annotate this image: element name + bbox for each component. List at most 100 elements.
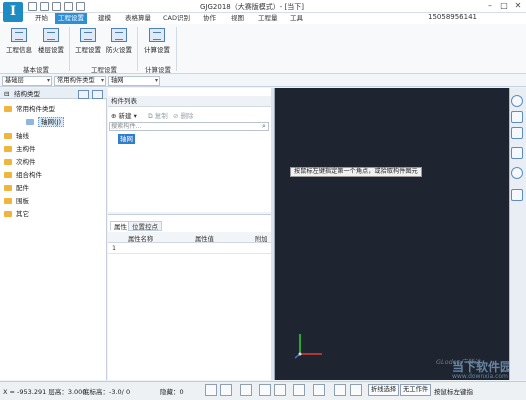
list-view-icon[interactable]: [78, 90, 89, 99]
folder-icon: [4, 146, 12, 152]
tree-item[interactable]: 其它: [4, 209, 29, 219]
undo-icon[interactable]: [52, 2, 61, 11]
new-button[interactable]: ⊕ 新建 ▾: [111, 110, 137, 120]
column-header: 附加: [255, 236, 268, 243]
project-info-button[interactable]: 工程信息: [5, 28, 33, 58]
tab-tools[interactable]: 工具: [287, 13, 306, 24]
tab-table-calc[interactable]: 表格算量: [122, 13, 154, 24]
delete-label: 删除: [180, 112, 194, 120]
tab-cad-recognition[interactable]: CAD识别: [160, 13, 193, 24]
site-url-watermark: www.downxia.com: [452, 373, 508, 380]
app-logo[interactable]: I: [3, 2, 23, 22]
tree-item-label: 组合构件: [16, 171, 42, 179]
line-icon[interactable]: [293, 384, 305, 396]
tile-view-icon[interactable]: [92, 90, 103, 99]
tree-item[interactable]: 主构件: [4, 144, 36, 154]
select-point-icon[interactable]: [240, 384, 252, 396]
view-top-icon[interactable]: [511, 111, 523, 123]
calc-settings-icon: [149, 28, 165, 42]
copy-button[interactable]: ⧉ 复制: [148, 110, 168, 121]
view-3d-icon[interactable]: [511, 127, 523, 139]
tab-project-settings[interactable]: 工程设置: [55, 13, 87, 24]
floor-settings-icon: [43, 28, 59, 42]
tree-title: 结构类型: [14, 90, 40, 98]
tree-collapse-icon[interactable]: ⊟: [4, 89, 9, 99]
tab-position-control[interactable]: 位置控点: [128, 221, 162, 231]
ribbon-group-calc: 计算设置: [145, 66, 171, 74]
user-account[interactable]: 15058956141: [428, 13, 477, 21]
tree-item[interactable]: 常用构件类型: [4, 104, 55, 114]
view-front-icon[interactable]: [511, 147, 523, 159]
folder-icon: [4, 133, 12, 139]
tree-item[interactable]: 轴线: [4, 131, 29, 141]
search-icon[interactable]: ⌕: [262, 122, 266, 131]
ribbon-group-project: 工程设置: [91, 66, 117, 74]
folder-icon: [4, 211, 12, 217]
tree-item-label: 次构件: [16, 158, 36, 166]
redo-icon[interactable]: [64, 2, 73, 11]
folder-icon: [4, 172, 12, 178]
new-icon: ⊕: [111, 112, 117, 120]
ribbon-label: 楼层设置: [38, 46, 64, 54]
grid-icon: [26, 119, 34, 125]
tab-view[interactable]: 视图: [228, 13, 247, 24]
delete-button[interactable]: ⊘ 删除: [173, 110, 194, 120]
tree-item[interactable]: 围板: [4, 196, 29, 206]
tab-modeling[interactable]: 建模: [95, 13, 114, 24]
floor-settings-button[interactable]: 楼层设置: [37, 28, 65, 58]
snap-icon[interactable]: [205, 384, 217, 396]
floor-select[interactable]: 基础层: [2, 76, 52, 86]
measure-icon[interactable]: [334, 384, 346, 396]
folder-icon: [4, 198, 12, 204]
component-select[interactable]: 轴网: [108, 76, 160, 86]
save-icon[interactable]: [28, 2, 37, 11]
column-header: 属性值: [195, 236, 214, 243]
tab-collaboration[interactable]: 协作: [200, 13, 219, 24]
no-workspace-select[interactable]: 无工作件: [400, 384, 432, 396]
tab-start[interactable]: 开始: [32, 13, 51, 24]
break-select-button[interactable]: 折线选择: [368, 384, 400, 396]
rotate-view-icon[interactable]: [274, 384, 286, 396]
project-settings-icon: [80, 28, 96, 42]
minimize-button[interactable]: –: [484, 1, 496, 11]
hidden-count: 隐藏：0: [160, 388, 184, 396]
zoom-extents-icon[interactable]: [511, 189, 523, 201]
dimension-icon[interactable]: [313, 384, 325, 396]
fire-settings-button[interactable]: 防火设置: [105, 28, 133, 58]
tree-item[interactable]: 组合构件: [4, 170, 42, 180]
maximize-button[interactable]: □: [498, 1, 510, 11]
status-hint: 按鼠标左键指: [434, 388, 473, 396]
settings-icon[interactable]: [76, 2, 85, 11]
tree-item-label: 其它: [16, 210, 29, 218]
tree-item-selected[interactable]: 轴网(J): [26, 117, 64, 127]
select-box-icon[interactable]: [220, 384, 232, 396]
open-icon[interactable]: [40, 2, 49, 11]
fire-settings-icon: [111, 28, 127, 42]
canvas-prompt: 按鼠标左键指定第一个角点，或拾取构件图元: [290, 167, 422, 177]
ribbon-group-basic: 基本设置: [23, 66, 49, 74]
component-list-item[interactable]: 轴网: [118, 134, 135, 144]
tree-item-label: 主构件: [16, 145, 36, 153]
coords-readout: X = -953.291 层高：3.000: [3, 388, 87, 396]
ribbon-label: 防火设置: [106, 46, 132, 54]
ribbon-label: 工程设置: [75, 46, 101, 54]
elevation-readout: 底标高：-3.0/ 0: [83, 388, 131, 396]
tree-item[interactable]: 次构件: [4, 157, 36, 167]
ortho-icon[interactable]: [350, 384, 362, 396]
orbit-icon[interactable]: [511, 95, 523, 107]
rotate-icon[interactable]: [511, 167, 523, 179]
calc-settings-button[interactable]: 计算设置: [143, 28, 171, 58]
delete-icon: ⊘: [173, 112, 179, 120]
tab-quantity[interactable]: 工程量: [255, 13, 281, 24]
close-button[interactable]: ✕: [512, 1, 524, 11]
close-x-icon[interactable]: [259, 384, 271, 396]
row-index: 1: [112, 245, 117, 252]
tree-item[interactable]: 配件: [4, 183, 29, 193]
tree-item-label: 轴网(J): [38, 117, 64, 127]
component-type-select[interactable]: 常用构件类型: [54, 76, 106, 86]
project-settings-button[interactable]: 工程设置: [74, 28, 102, 58]
tree-item-label: 围板: [16, 197, 29, 205]
component-search-input[interactable]: 搜索构件...: [109, 122, 269, 131]
table-row[interactable]: [108, 243, 272, 254]
ribbon-divider: [69, 27, 70, 71]
